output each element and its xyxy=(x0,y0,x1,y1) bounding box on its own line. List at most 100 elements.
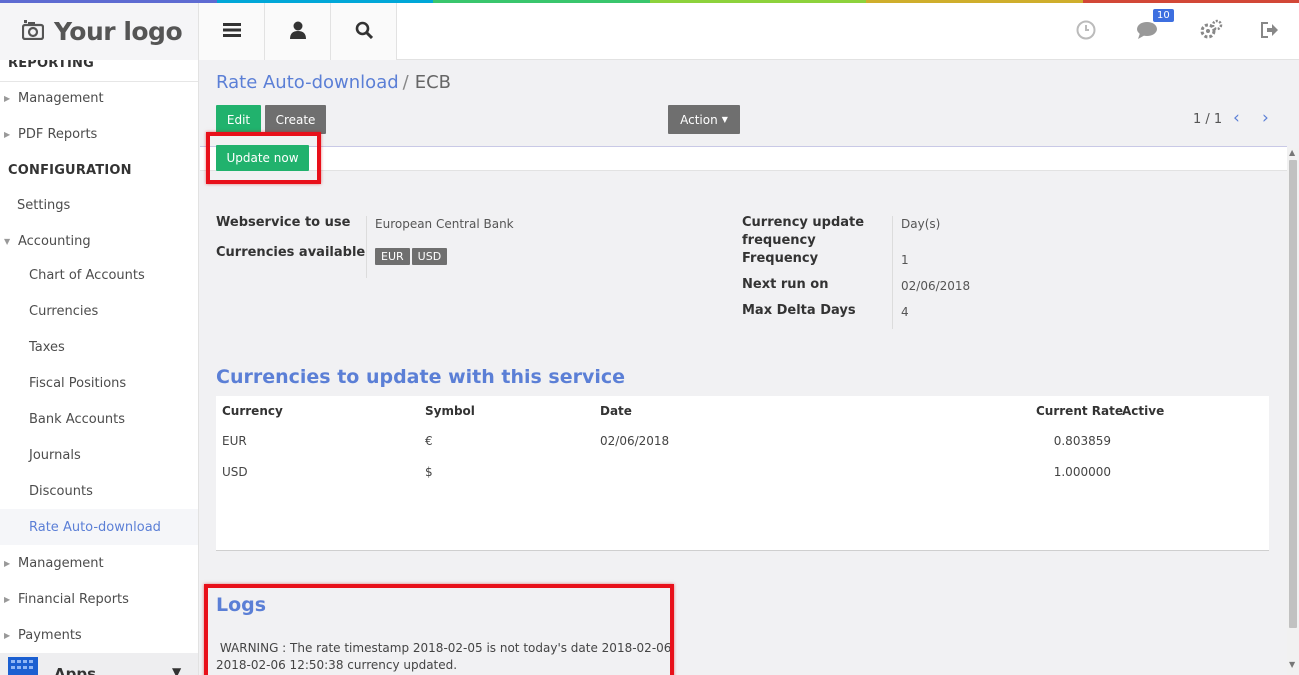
user-icon xyxy=(289,21,306,43)
cell-rate: 1.000000 xyxy=(1053,465,1111,479)
sidebar-item-label: Rate Auto-download xyxy=(29,519,161,535)
sidebar-item-label: REPORTING xyxy=(8,60,94,71)
vertical-scrollbar[interactable]: ▲ ▼ xyxy=(1287,148,1299,675)
sidebar-item-chart-of-accounts[interactable]: Chart of Accounts xyxy=(0,257,198,293)
hamburger-icon xyxy=(222,22,241,41)
message-count-badge: 10 xyxy=(1153,9,1174,22)
max-delta-days-value[interactable]: 4 xyxy=(901,305,909,319)
sidebar-item-fiscal-positions[interactable]: Fiscal Positions xyxy=(0,365,198,401)
action-label: Action xyxy=(680,112,718,127)
sidebar-item-bank-accounts[interactable]: Bank Accounts xyxy=(0,401,198,437)
top-navbar: Your logo 10 xyxy=(0,3,1299,60)
currency-tag[interactable]: USD xyxy=(411,248,448,265)
caret-right-icon: ▶ xyxy=(4,594,11,604)
breadcrumb-separator: / xyxy=(402,72,409,93)
messages-button[interactable]: 10 xyxy=(1128,3,1174,60)
sidebar-item-journals[interactable]: Journals xyxy=(0,437,198,473)
edit-button[interactable]: Edit xyxy=(216,105,261,134)
caret-right-icon: ▶ xyxy=(4,93,11,103)
pager-previous-icon[interactable]: ‹ xyxy=(1233,108,1240,128)
column-header-date[interactable]: Date xyxy=(600,404,632,418)
sidebar-item-accounting[interactable]: ▼ Accounting xyxy=(0,223,198,259)
frequency-unit-value[interactable]: Day(s) xyxy=(901,217,940,231)
logout-button[interactable] xyxy=(1250,3,1290,60)
activity-button[interactable] xyxy=(1066,3,1106,60)
sidebar-item-settings[interactable]: Settings xyxy=(0,187,198,223)
sidebar-item-label: CONFIGURATION xyxy=(8,162,132,178)
breadcrumb-parent-link[interactable]: Rate Auto-download xyxy=(216,72,399,93)
menu-toggle-button[interactable] xyxy=(199,3,265,60)
sidebar-item-taxes[interactable]: Taxes xyxy=(0,329,198,365)
user-button[interactable] xyxy=(265,3,331,60)
next-run-value[interactable]: 02/06/2018 xyxy=(901,279,970,293)
camera-icon xyxy=(21,19,45,44)
create-button[interactable]: Create xyxy=(265,105,326,134)
form-statusbar xyxy=(200,146,1287,171)
field-separator xyxy=(892,216,893,329)
currency-tag[interactable]: EUR xyxy=(375,248,410,265)
cell-symbol: € xyxy=(425,434,433,448)
sidebar-item-label: Fiscal Positions xyxy=(29,375,127,391)
caret-right-icon: ▶ xyxy=(4,558,11,568)
webservice-value[interactable]: European Central Bank xyxy=(375,217,514,231)
scrollbar-thumb[interactable] xyxy=(1289,160,1297,628)
action-dropdown-button[interactable]: Action ▼ xyxy=(668,105,740,134)
sidebar-item-label: Financial Reports xyxy=(18,591,129,607)
pager-next-icon[interactable]: › xyxy=(1262,108,1269,128)
breadcrumb: Rate Auto-download / ECB xyxy=(216,72,451,93)
search-button[interactable] xyxy=(331,3,397,60)
sidebar-item-label: Payments xyxy=(18,627,82,643)
sidebar-item-pdf-reports[interactable]: ▶ PDF Reports xyxy=(0,116,198,152)
sidebar-section-configuration: CONFIGURATION xyxy=(0,152,198,188)
currencies-available-label: Currencies available xyxy=(216,245,366,260)
currencies-tags: EUR USD xyxy=(375,248,449,265)
sidebar-item-financial-reports[interactable]: ▶ Financial Reports xyxy=(0,581,198,617)
sidebar-item-management[interactable]: ▶ Management xyxy=(0,80,198,116)
currencies-table: Currency Symbol Date Current Rate Active… xyxy=(216,396,1269,551)
update-frequency-label-line2: frequency xyxy=(742,233,816,248)
webservice-label: Webservice to use xyxy=(216,215,351,230)
sidebar-item-currencies[interactable]: Currencies xyxy=(0,293,198,329)
search-icon xyxy=(355,21,373,43)
sidebar-item-label: Management xyxy=(18,90,104,106)
logo[interactable]: Your logo xyxy=(0,3,199,60)
highlight-box xyxy=(204,584,674,675)
sidebar-item-label: Currencies xyxy=(29,303,99,319)
field-separator xyxy=(366,216,367,278)
clock-icon xyxy=(1076,20,1096,44)
scroll-up-icon[interactable]: ▲ xyxy=(1289,148,1295,157)
sidebar-item-label: Chart of Accounts xyxy=(29,267,145,283)
gears-icon xyxy=(1199,19,1223,45)
sidebar-item-label: PDF Reports xyxy=(18,126,98,142)
logout-icon xyxy=(1261,21,1279,42)
cell-currency[interactable]: USD xyxy=(222,465,248,479)
sidebar-item-discounts[interactable]: Discounts xyxy=(0,473,198,509)
settings-button[interactable] xyxy=(1191,3,1231,60)
cell-symbol: $ xyxy=(425,465,433,479)
logo-text: Your logo xyxy=(54,17,183,46)
sidebar-item-label: Bank Accounts xyxy=(29,411,126,427)
apps-label: Apps xyxy=(54,665,97,675)
sidebar: REPORTING ▶ Management ▶ PDF Reports CONFI… xyxy=(0,60,199,675)
sidebar-section-reporting: REPORTING xyxy=(0,60,198,81)
column-header-current-rate[interactable]: Current Rate xyxy=(1036,404,1123,418)
frequency-value[interactable]: 1 xyxy=(901,253,909,267)
sidebar-item-payments[interactable]: ▶ Payments xyxy=(0,617,198,653)
sidebar-item-label: Settings xyxy=(17,197,71,213)
breadcrumb-current: ECB xyxy=(414,72,452,93)
column-header-currency[interactable]: Currency xyxy=(222,404,283,418)
sidebar-item-label: Taxes xyxy=(29,339,65,355)
max-delta-days-label: Max Delta Days xyxy=(742,303,856,318)
currencies-section-title: Currencies to update with this service xyxy=(216,366,626,388)
caret-right-icon: ▶ xyxy=(4,630,11,640)
sidebar-item-rate-auto-download[interactable]: Rate Auto-download xyxy=(0,509,198,545)
main-content: Rate Auto-download / ECB Edit Create Actio… xyxy=(200,60,1299,675)
cell-currency[interactable]: EUR xyxy=(222,434,247,448)
column-header-active[interactable]: Active xyxy=(1122,404,1164,418)
sidebar-item-management-2[interactable]: ▶ Management xyxy=(0,545,198,581)
scroll-down-icon[interactable]: ▼ xyxy=(1289,660,1295,669)
column-header-symbol[interactable]: Symbol xyxy=(425,404,475,418)
caret-down-icon: ▼ xyxy=(721,115,728,124)
apps-switcher[interactable]: Apps ▼ xyxy=(0,653,198,675)
frequency-label: Frequency xyxy=(742,251,819,266)
